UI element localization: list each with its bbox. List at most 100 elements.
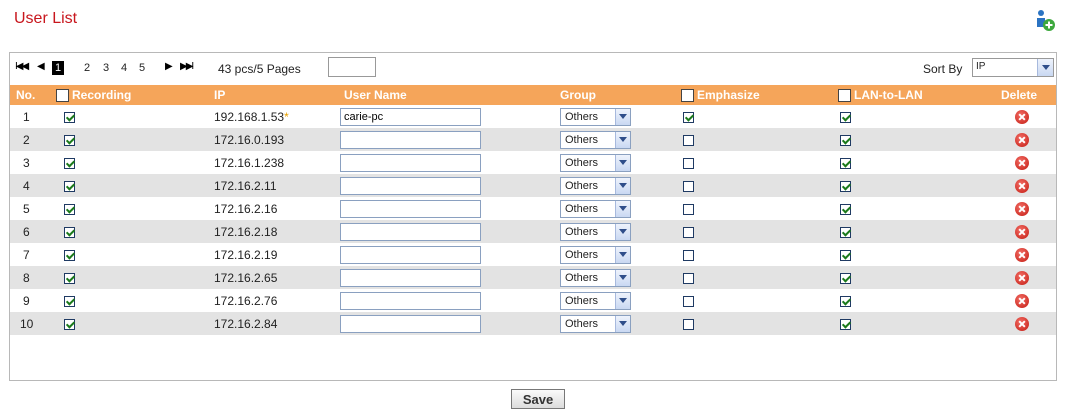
ip-cell: 172.16.2.65	[210, 266, 340, 289]
emphasize-checkbox[interactable]	[683, 272, 694, 284]
lan-to-lan-checkbox[interactable]	[840, 157, 851, 169]
lan-to-lan-checkbox[interactable]	[840, 318, 851, 330]
emphasize-checkbox[interactable]	[683, 226, 694, 238]
next-page-icon[interactable]: ▶	[165, 61, 173, 72]
recording-checkbox[interactable]	[64, 134, 75, 146]
delete-icon[interactable]	[1015, 293, 1029, 308]
user-name-cell	[340, 197, 560, 220]
group-select[interactable]: Others	[560, 130, 631, 149]
ip-address: 172.16.0.193	[214, 132, 285, 147]
user-name-input[interactable]	[340, 245, 481, 264]
page-link-4[interactable]: 4	[118, 61, 130, 75]
group-select[interactable]: Others	[560, 199, 631, 218]
add-user-icon[interactable]	[1035, 8, 1057, 34]
emphasize-checkbox[interactable]	[683, 111, 694, 123]
chevron-down-icon[interactable]	[615, 315, 630, 332]
chevron-down-icon[interactable]	[615, 154, 630, 171]
user-name-input[interactable]	[340, 314, 481, 333]
recording-checkbox[interactable]	[64, 295, 75, 307]
lan-to-lan-checkbox[interactable]	[840, 295, 851, 307]
recording-checkbox[interactable]	[64, 157, 75, 169]
lan-to-lan-cell	[838, 243, 994, 266]
lan-to-lan-checkbox[interactable]	[840, 180, 851, 192]
page-link-3[interactable]: 3	[100, 61, 112, 75]
recording-checkbox[interactable]	[64, 203, 75, 215]
delete-icon[interactable]	[1015, 201, 1029, 216]
emphasize-checkbox[interactable]	[683, 203, 694, 215]
lan-to-lan-checkbox[interactable]	[840, 203, 851, 215]
col-ip[interactable]: IP	[210, 85, 340, 105]
row-number: 6	[10, 220, 56, 243]
group-select[interactable]: Others	[560, 222, 631, 241]
first-page-icon[interactable]: I◀◀	[15, 61, 29, 72]
group-cell: Others	[560, 312, 681, 335]
lan-to-lan-checkbox[interactable]	[840, 111, 851, 123]
page-link-5[interactable]: 5	[136, 61, 148, 75]
chevron-down-icon[interactable]	[615, 223, 630, 240]
chevron-down-icon[interactable]	[615, 246, 630, 263]
delete-icon[interactable]	[1015, 109, 1029, 124]
recording-checkbox[interactable]	[64, 249, 75, 261]
col-user-name[interactable]: User Name	[340, 85, 560, 105]
emphasize-checkbox[interactable]	[683, 180, 694, 192]
emphasize-checkbox[interactable]	[683, 157, 694, 169]
sort-by-select[interactable]: IP	[972, 58, 1054, 77]
user-name-input[interactable]	[340, 130, 481, 149]
goto-page-input[interactable]	[328, 57, 376, 77]
group-select[interactable]: Others	[560, 314, 631, 333]
col-emphasize-label: Emphasize	[697, 87, 760, 102]
group-select[interactable]: Others	[560, 291, 631, 310]
emphasize-checkbox[interactable]	[683, 295, 694, 307]
lan-to-lan-checkbox[interactable]	[840, 134, 851, 146]
user-name-input[interactable]	[340, 268, 481, 287]
chevron-down-icon[interactable]	[615, 292, 630, 309]
chevron-down-icon[interactable]	[615, 177, 630, 194]
lan-to-lan-checkbox[interactable]	[840, 226, 851, 238]
col-recording: Recording	[56, 85, 210, 105]
group-select[interactable]: Others	[560, 176, 631, 195]
chevron-down-icon[interactable]	[615, 108, 630, 125]
last-page-icon[interactable]: ▶▶I	[180, 61, 194, 72]
recording-checkbox[interactable]	[64, 272, 75, 284]
delete-icon[interactable]	[1015, 224, 1029, 239]
user-name-input[interactable]	[340, 153, 481, 172]
group-select[interactable]: Others	[560, 245, 631, 264]
lan-select-all-checkbox[interactable]	[838, 89, 851, 103]
delete-icon[interactable]	[1015, 155, 1029, 170]
emphasize-checkbox[interactable]	[683, 318, 694, 330]
page-link-1[interactable]: 1	[52, 61, 64, 75]
delete-icon[interactable]	[1015, 316, 1029, 331]
user-name-input[interactable]	[340, 176, 481, 195]
delete-icon[interactable]	[1015, 178, 1029, 193]
emphasize-checkbox[interactable]	[683, 249, 694, 261]
chevron-down-icon[interactable]	[615, 131, 630, 148]
group-select[interactable]: Others	[560, 268, 631, 287]
lan-to-lan-checkbox[interactable]	[840, 249, 851, 261]
user-name-input[interactable]	[340, 199, 481, 218]
recording-checkbox[interactable]	[64, 111, 75, 123]
emphasize-select-all-checkbox[interactable]	[681, 89, 694, 103]
ip-cell: 172.16.2.76	[210, 289, 340, 312]
user-name-input[interactable]	[340, 107, 481, 126]
recording-checkbox[interactable]	[64, 318, 75, 330]
group-select[interactable]: Others	[560, 153, 631, 172]
table-row: 7 172.16.2.19 Others	[10, 243, 1056, 266]
emphasize-checkbox[interactable]	[683, 134, 694, 146]
lan-to-lan-checkbox[interactable]	[840, 272, 851, 284]
prev-page-icon[interactable]: ◀	[37, 61, 45, 72]
user-name-input[interactable]	[340, 291, 481, 310]
chevron-down-icon[interactable]	[615, 269, 630, 286]
recording-checkbox[interactable]	[64, 180, 75, 192]
recording-select-all-checkbox[interactable]	[56, 89, 69, 103]
group-select[interactable]: Others	[560, 107, 631, 126]
recording-checkbox[interactable]	[64, 226, 75, 238]
chevron-down-icon[interactable]	[615, 200, 630, 217]
delete-icon[interactable]	[1015, 132, 1029, 147]
delete-icon[interactable]	[1015, 270, 1029, 285]
delete-icon[interactable]	[1015, 247, 1029, 262]
col-group[interactable]: Group	[560, 85, 681, 105]
user-name-input[interactable]	[340, 222, 481, 241]
chevron-down-icon[interactable]	[1037, 59, 1053, 76]
page-link-2[interactable]: 2	[81, 61, 93, 75]
save-button[interactable]: Save	[511, 389, 565, 409]
